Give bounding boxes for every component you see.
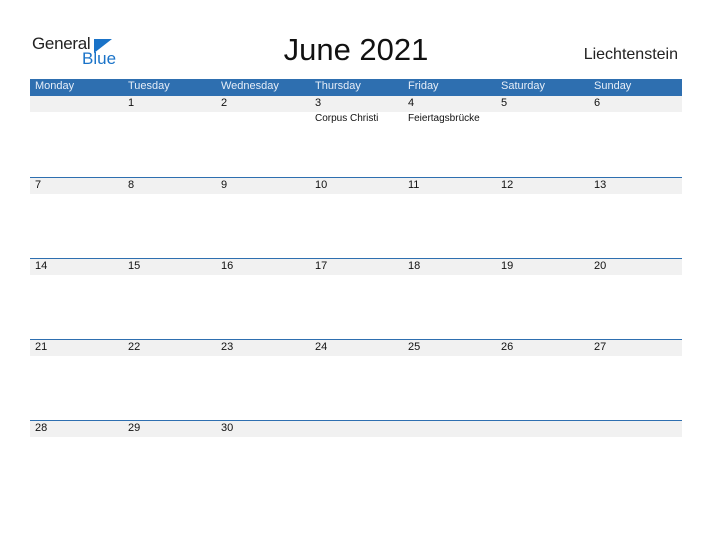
- weekday-sunday: Sunday: [594, 80, 632, 92]
- country-label: Liechtenstein: [583, 46, 678, 63]
- weekday-monday: Monday: [35, 80, 75, 92]
- day-number: 12: [501, 179, 514, 191]
- day-number: 18: [408, 260, 421, 272]
- day-number: 13: [594, 179, 607, 191]
- weekday-saturday: Saturday: [501, 80, 546, 92]
- weekday-wednesday: Wednesday: [221, 80, 279, 92]
- holiday-label: Feiertagsbrücke: [408, 113, 480, 124]
- day-number: 16: [221, 260, 234, 272]
- holiday-label: Corpus Christi: [315, 113, 379, 124]
- day-number: 28: [35, 422, 48, 434]
- day-number: 6: [594, 97, 601, 109]
- day-number: 10: [315, 179, 328, 191]
- day-number: 2: [221, 97, 228, 109]
- day-number: 1: [128, 97, 135, 109]
- day-number: 29: [128, 422, 141, 434]
- day-number: 25: [408, 341, 421, 353]
- day-number: 15: [128, 260, 141, 272]
- weekday-tuesday: Tuesday: [128, 80, 170, 92]
- day-number: 3: [315, 97, 322, 109]
- weekday-thursday: Thursday: [315, 80, 361, 92]
- day-number: 21: [35, 341, 48, 353]
- day-number: 19: [501, 260, 514, 272]
- day-number: 7: [35, 179, 42, 191]
- day-number: 23: [221, 341, 234, 353]
- day-number: 26: [501, 341, 514, 353]
- day-number: 11: [408, 179, 420, 191]
- day-number: 30: [221, 422, 234, 434]
- day-number: 20: [594, 260, 607, 272]
- day-number: 17: [315, 260, 328, 272]
- day-number: 27: [594, 341, 607, 353]
- day-number: 22: [128, 341, 141, 353]
- weekday-friday: Friday: [408, 80, 439, 92]
- day-number: 5: [501, 97, 508, 109]
- weekday-header: Monday Tuesday Wednesday Thursday Friday Satu…: [30, 79, 682, 96]
- day-number: 4: [408, 97, 415, 109]
- day-number: 24: [315, 341, 328, 353]
- day-number: 14: [35, 260, 48, 272]
- day-number: 9: [221, 179, 228, 191]
- day-number: 8: [128, 179, 135, 191]
